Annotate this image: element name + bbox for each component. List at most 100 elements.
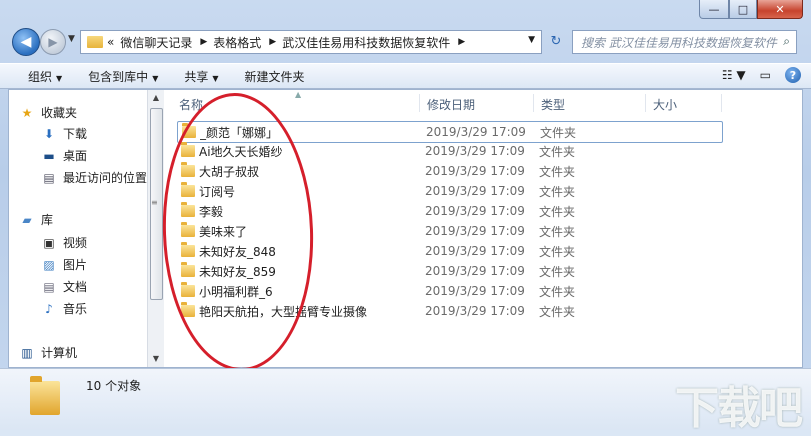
breadcrumb-item[interactable]: 微信聊天记录 xyxy=(120,34,192,51)
nav-item-computer[interactable]: ▥ 计算机 xyxy=(19,344,77,361)
file-list: ▲ 名称 修改日期 类型 大小 _颜范「娜娜」 2019/3/29 17:09 文件… xyxy=(167,90,802,367)
column-divider[interactable] xyxy=(419,94,420,112)
folder-icon xyxy=(181,202,195,217)
file-name: _颜范「娜娜」 xyxy=(200,125,279,140)
organize-label: 组织 xyxy=(28,69,53,84)
column-header-size[interactable]: 大小 xyxy=(653,96,677,113)
share-button[interactable]: 共享 ▼ xyxy=(184,68,218,85)
new-folder-button[interactable]: 新建文件夹 xyxy=(245,68,305,85)
nav-label: 图片 xyxy=(63,258,88,272)
nav-item-recent[interactable]: ▤ 最近访问的位置 xyxy=(41,169,147,186)
folder-icon xyxy=(87,36,103,48)
table-row[interactable]: 大胡子叔叔 2019/3/29 17:09 文件夹 xyxy=(177,161,721,181)
search-icon[interactable]: ⌕ xyxy=(783,34,790,49)
include-library-button[interactable]: 包含到库中 ▼ xyxy=(88,68,158,85)
address-dropdown-icon[interactable]: ▼ xyxy=(528,35,535,45)
scroll-down-icon[interactable]: ▼ xyxy=(148,351,164,367)
recent-pages-dropdown[interactable]: ▼ xyxy=(68,34,75,44)
search-input[interactable]: 搜索 武汉佳佳易用科技数据恢复软件 ⌕ xyxy=(572,30,797,54)
navigation-pane: ★ 收藏夹 ⬇ 下载 ▬ 桌面 ▤ 最近访问的位置 ▰ 库 ▣ 视频 ▨ 图片 ▤ 文档 ♪ 音乐… xyxy=(9,90,147,367)
nav-item-documents[interactable]: ▤ 文档 xyxy=(41,278,87,295)
folder-icon xyxy=(181,282,195,297)
table-row[interactable]: 订阅号 2019/3/29 17:09 文件夹 xyxy=(177,181,721,201)
minimize-button[interactable]: — xyxy=(699,0,729,19)
folder-icon xyxy=(181,142,195,157)
nav-label: 收藏夹 xyxy=(41,106,78,120)
file-name: 未知好友_848 xyxy=(199,244,276,259)
breadcrumb-overflow[interactable]: « xyxy=(107,35,114,49)
nav-label: 桌面 xyxy=(63,149,88,163)
folder-icon xyxy=(181,222,195,237)
column-divider[interactable] xyxy=(721,94,722,112)
nav-scrollbar[interactable]: ▲ ≡ ▼ xyxy=(147,90,164,367)
table-row[interactable]: Ai地久天长婚纱 2019/3/29 17:09 文件夹 xyxy=(177,141,721,161)
folder-icon xyxy=(182,123,196,138)
sort-ascending-icon: ▲ xyxy=(295,90,302,99)
table-row[interactable]: 李毅 2019/3/29 17:09 文件夹 xyxy=(177,201,721,221)
nav-item-downloads[interactable]: ⬇ 下载 xyxy=(41,125,87,142)
recent-places-icon: ▤ xyxy=(43,170,55,185)
file-name: 李毅 xyxy=(199,204,224,219)
forward-button[interactable]: ▶ xyxy=(40,29,66,55)
column-divider[interactable] xyxy=(533,94,534,112)
breadcrumb-item[interactable]: 武汉佳佳易用科技数据恢复软件 xyxy=(282,34,450,51)
chevron-down-icon: ▼ xyxy=(152,73,159,83)
desktop-icon: ▬ xyxy=(43,148,55,163)
nav-label: 计算机 xyxy=(41,346,78,360)
column-header-date[interactable]: 修改日期 xyxy=(427,96,475,113)
refresh-button[interactable]: ↻ xyxy=(544,30,568,52)
address-bar[interactable]: « 微信聊天记录 ▶ 表格格式 ▶ 武汉佳佳易用科技数据恢复软件 ▶ ▼ xyxy=(80,30,542,54)
music-icon: ♪ xyxy=(45,301,53,316)
computer-icon: ▥ xyxy=(21,345,33,360)
back-button[interactable]: ◀ xyxy=(12,28,40,56)
file-date: 2019/3/29 17:09 xyxy=(425,284,525,298)
maximize-button[interactable]: □ xyxy=(729,0,757,19)
table-row[interactable]: _颜范「娜娜」 2019/3/29 17:09 文件夹 xyxy=(177,121,723,143)
folder-icon xyxy=(181,242,195,257)
nav-item-music[interactable]: ♪ 音乐 xyxy=(41,300,87,317)
star-icon: ★ xyxy=(21,105,33,120)
table-row[interactable]: 艳阳天航拍，大型摇臂专业摄像 2019/3/29 17:09 文件夹 xyxy=(177,301,721,321)
scroll-up-icon[interactable]: ▲ xyxy=(148,90,164,106)
nav-item-favorites[interactable]: ★ 收藏夹 xyxy=(19,104,77,121)
nav-label: 库 xyxy=(41,213,54,227)
file-name: 订阅号 xyxy=(199,184,236,199)
nav-label: 下载 xyxy=(63,127,88,141)
content-area: ★ 收藏夹 ⬇ 下载 ▬ 桌面 ▤ 最近访问的位置 ▰ 库 ▣ 视频 ▨ 图片 ▤ 文档 ♪ 音乐… xyxy=(8,89,803,368)
include-library-label: 包含到库中 xyxy=(88,69,149,84)
organize-button[interactable]: 组织 ▼ xyxy=(28,68,62,85)
nav-item-libraries[interactable]: ▰ 库 xyxy=(19,211,53,228)
help-icon[interactable]: ? xyxy=(785,67,801,83)
file-name: 小明福利群_6 xyxy=(199,284,273,299)
folder-icon xyxy=(30,376,60,415)
table-row[interactable]: 小明福利群_6 2019/3/29 17:09 文件夹 xyxy=(177,281,721,301)
column-header-type[interactable]: 类型 xyxy=(541,96,565,113)
nav-item-videos[interactable]: ▣ 视频 xyxy=(41,234,87,251)
column-header-name[interactable]: 名称 xyxy=(179,96,203,113)
document-icon: ▤ xyxy=(43,279,55,294)
file-date: 2019/3/29 17:09 xyxy=(425,224,525,238)
picture-icon: ▨ xyxy=(43,257,55,272)
grip-icon: ≡ xyxy=(151,198,158,207)
file-type: 文件夹 xyxy=(539,144,576,159)
nav-item-pictures[interactable]: ▨ 图片 xyxy=(41,256,87,273)
column-divider[interactable] xyxy=(645,94,646,112)
breadcrumb-item[interactable]: 表格格式 xyxy=(213,34,261,51)
chevron-right-icon[interactable]: ▶ xyxy=(200,37,207,47)
table-row[interactable]: 未知好友_848 2019/3/29 17:09 文件夹 xyxy=(177,241,721,261)
file-name: 艳阳天航拍，大型摇臂专业摄像 xyxy=(199,304,368,319)
view-options-icon[interactable]: ☷ ▼ xyxy=(722,68,746,82)
nav-item-desktop[interactable]: ▬ 桌面 xyxy=(41,147,87,164)
chevron-right-icon[interactable]: ▶ xyxy=(458,37,465,47)
table-row[interactable]: 美味来了 2019/3/29 17:09 文件夹 xyxy=(177,221,721,241)
close-button[interactable]: ✕ xyxy=(757,0,803,19)
file-date: 2019/3/29 17:09 xyxy=(425,204,525,218)
folder-icon xyxy=(181,302,195,317)
item-count: 10 个对象 xyxy=(86,379,142,393)
command-bar: 组织 ▼ 包含到库中 ▼ 共享 ▼ 新建文件夹 ☷ ▼ ▭ ? xyxy=(0,63,811,89)
table-row[interactable]: 未知好友_859 2019/3/29 17:09 文件夹 xyxy=(177,261,721,281)
file-type: 文件夹 xyxy=(539,284,576,299)
chevron-right-icon[interactable]: ▶ xyxy=(269,37,276,47)
file-date: 2019/3/29 17:09 xyxy=(425,304,525,318)
preview-pane-icon[interactable]: ▭ xyxy=(760,68,771,82)
